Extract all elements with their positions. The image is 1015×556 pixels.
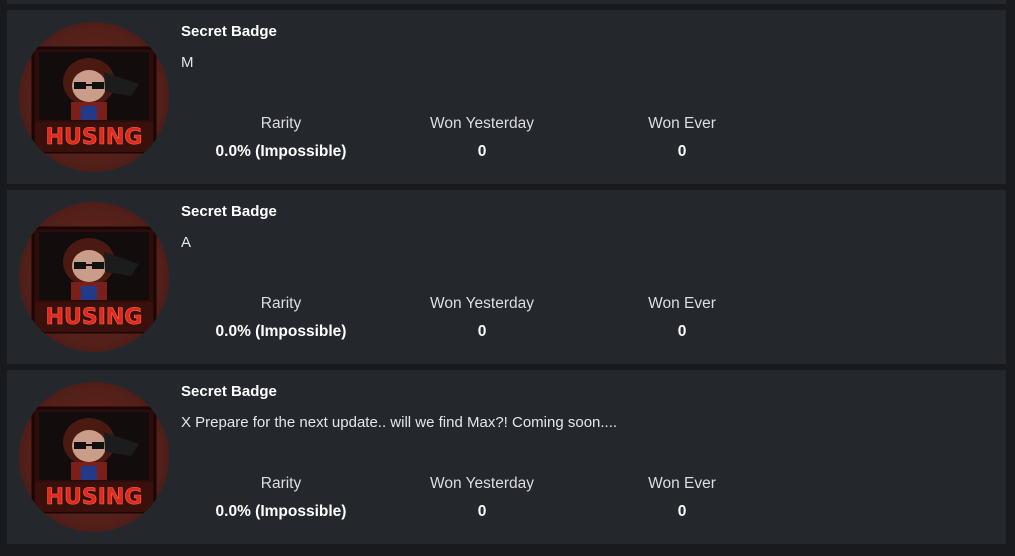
- won-yesterday-stat: Won Yesterday 0: [382, 473, 582, 523]
- rarity-stat: Rarity 0.0% (Impossible): [181, 113, 381, 163]
- badge-description: X Prepare for the next update.. will we …: [181, 414, 618, 431]
- won-ever-stat: Won Ever 0: [582, 473, 782, 523]
- badge-name: Secret Badge: [181, 23, 277, 40]
- rarity-stat: Rarity 0.0% (Impossible): [181, 473, 381, 523]
- won-ever-stat: Won Ever 0: [582, 113, 782, 163]
- badge-name: Secret Badge: [181, 203, 277, 220]
- rarity-label: Rarity: [260, 115, 302, 132]
- rarity-stat: Rarity 0.0% (Impossible): [181, 293, 381, 343]
- badge-name: Secret Badge: [181, 383, 277, 400]
- won-yesterday-stat: Won Yesterday 0: [382, 293, 582, 343]
- previous-card-edge: [7, 0, 1006, 4]
- rarity-value: 0.0% (Impossible): [215, 503, 347, 520]
- won-yesterday-label: Won Yesterday: [430, 475, 534, 492]
- badge-artwork-caption: HUSING: [46, 485, 143, 510]
- won-ever-stat: Won Ever 0: [582, 293, 782, 343]
- won-yesterday-label: Won Yesterday: [430, 295, 534, 312]
- badge-image[interactable]: HUSING: [19, 202, 169, 352]
- won-ever-value: 0: [677, 503, 687, 520]
- won-yesterday-value: 0: [477, 143, 487, 160]
- won-yesterday-label: Won Yesterday: [430, 115, 534, 132]
- won-yesterday-stat: Won Yesterday 0: [382, 113, 582, 163]
- won-ever-value: 0: [677, 143, 687, 160]
- badge-artwork: HUSING: [31, 406, 157, 514]
- badge-card[interactable]: HUSING Secret Badge M Rarity 0.0% (Impos…: [7, 10, 1006, 184]
- badge-image[interactable]: HUSING: [19, 382, 169, 532]
- badge-artwork: HUSING: [31, 226, 157, 334]
- badge-card[interactable]: HUSING Secret Badge X Prepare for the ne…: [7, 370, 1006, 544]
- badge-card[interactable]: HUSING Secret Badge A Rarity 0.0% (Impos…: [7, 190, 1006, 364]
- badge-description: A: [181, 234, 192, 251]
- badge-image[interactable]: HUSING: [19, 22, 169, 172]
- badge-description: M: [181, 54, 194, 71]
- badge-artwork-caption: HUSING: [46, 125, 143, 150]
- badge-artwork-caption: HUSING: [46, 305, 143, 330]
- won-ever-label: Won Ever: [648, 115, 716, 132]
- won-ever-label: Won Ever: [648, 295, 716, 312]
- won-yesterday-value: 0: [477, 323, 487, 340]
- rarity-label: Rarity: [260, 295, 302, 312]
- badge-list: HUSING Secret Badge M Rarity 0.0% (Impos…: [7, 10, 1006, 550]
- won-ever-value: 0: [677, 323, 687, 340]
- won-ever-label: Won Ever: [648, 475, 716, 492]
- rarity-label: Rarity: [260, 475, 302, 492]
- won-yesterday-value: 0: [477, 503, 487, 520]
- rarity-value: 0.0% (Impossible): [215, 323, 347, 340]
- badge-artwork: HUSING: [31, 46, 157, 154]
- rarity-value: 0.0% (Impossible): [215, 143, 347, 160]
